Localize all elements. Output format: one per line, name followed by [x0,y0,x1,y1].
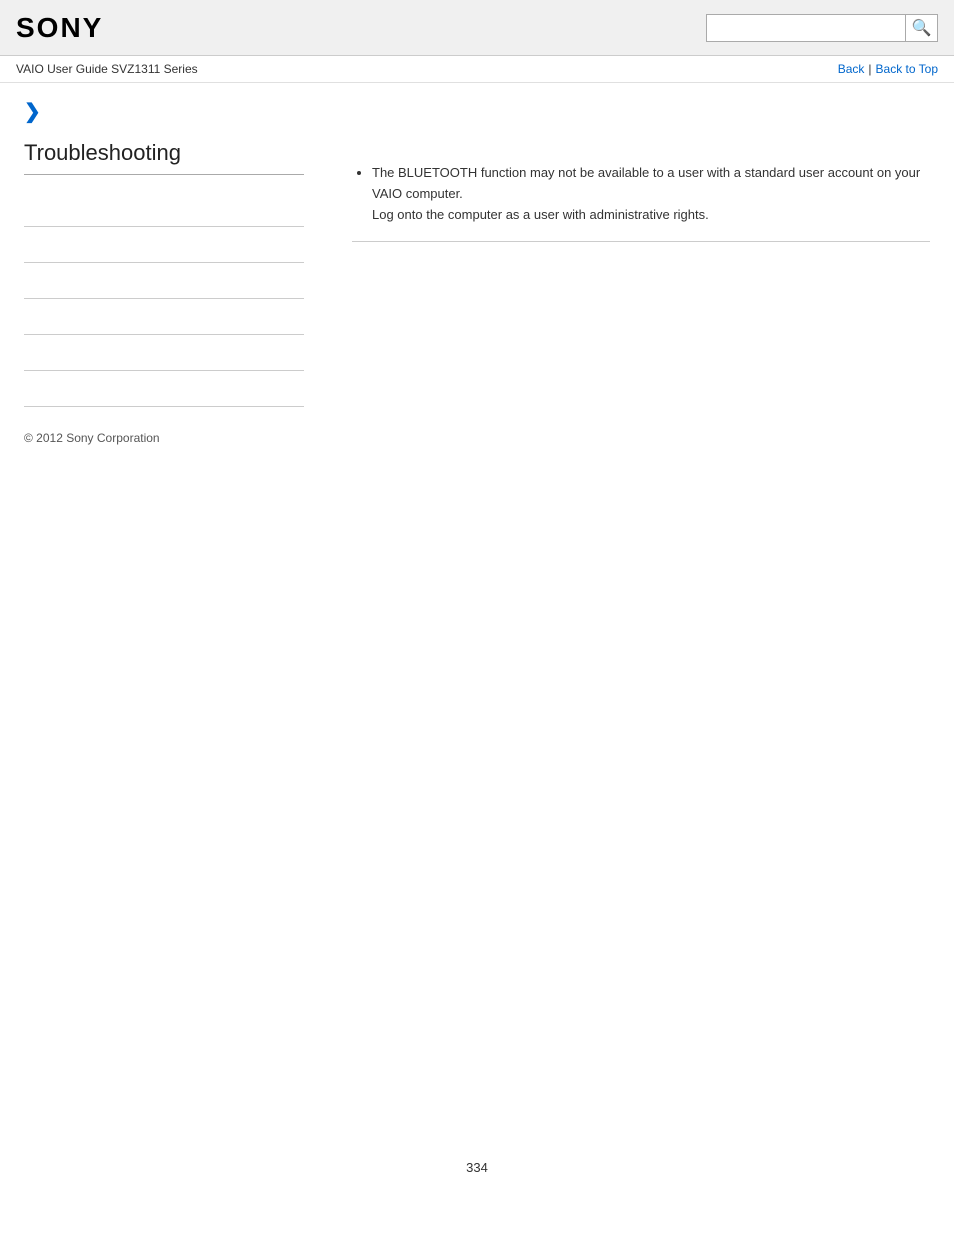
list-item [24,371,304,407]
list-item [24,335,304,371]
sidebar-link-1[interactable] [24,202,27,216]
sidebar-footer: © 2012 Sony Corporation [24,431,304,445]
sidebar-link-5[interactable] [24,346,27,360]
sony-logo: SONY [16,12,103,44]
list-item: The BLUETOOTH function may not be availa… [372,163,930,225]
search-container: 🔍 [706,14,938,42]
list-item [24,227,304,263]
breadcrumb: VAIO User Guide SVZ1311 Series [16,62,198,76]
search-icon: 🔍 [912,18,932,38]
sidebar: ❯ Troubleshooting [0,83,320,461]
content-bullet-main: The BLUETOOTH function may not be availa… [372,163,930,205]
content-list: The BLUETOOTH function may not be availa… [352,163,930,225]
list-item [24,299,304,335]
back-link[interactable]: Back [838,62,865,76]
content-divider [352,241,930,242]
sidebar-chevron-icon: ❯ [24,99,304,124]
header: SONY 🔍 [0,0,954,56]
nav-bar: VAIO User Guide SVZ1311 Series Back | Ba… [0,56,954,83]
main-content: ❯ Troubleshooting [0,83,954,461]
nav-separator: | [868,62,871,76]
sidebar-link-6[interactable] [24,382,27,396]
sidebar-link-4[interactable] [24,310,27,324]
content-area: The BLUETOOTH function may not be availa… [320,83,954,461]
list-item [24,191,304,227]
sidebar-links [24,191,304,407]
sidebar-link-3[interactable] [24,274,27,288]
list-item [24,263,304,299]
sidebar-title: Troubleshooting [24,140,304,175]
search-button[interactable]: 🔍 [906,14,938,42]
sidebar-link-2[interactable] [24,238,27,252]
nav-links: Back | Back to Top [838,62,938,76]
content-bullet-sub: Log onto the computer as a user with adm… [372,205,930,226]
back-to-top-link[interactable]: Back to Top [876,62,938,76]
search-input[interactable] [706,14,906,42]
page-number: 334 [0,1140,954,1195]
